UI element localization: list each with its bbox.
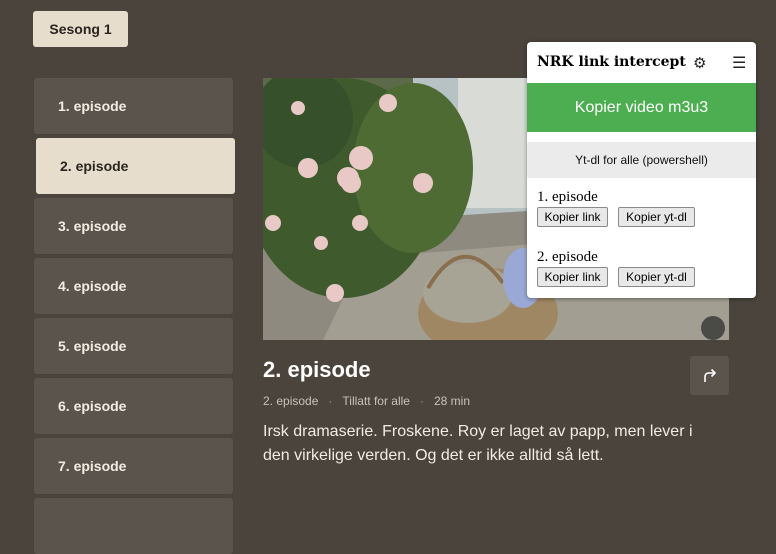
share-button[interactable] bbox=[690, 356, 729, 395]
meta-rating: Tillatt for alle bbox=[342, 394, 410, 408]
meta-episode: 2. episode bbox=[263, 394, 319, 408]
season-selector-button[interactable]: Sesong 1 bbox=[33, 11, 128, 47]
gear-icon[interactable]: ⚙ bbox=[693, 54, 706, 72]
copy-ytdl-button[interactable]: Kopier yt-dl bbox=[618, 267, 695, 287]
copy-link-button[interactable]: Kopier link bbox=[537, 207, 608, 227]
popup-header: NRK link intercept ⚙ ☰ bbox=[527, 42, 756, 83]
episode-meta: 2. episode · Tillatt for alle · 28 min bbox=[263, 394, 470, 408]
popup-entry-label: 1. episode bbox=[537, 189, 598, 205]
episode-title: 2. episode bbox=[263, 357, 371, 382]
hamburger-icon[interactable]: ☰ bbox=[732, 53, 746, 73]
episode-item-5[interactable]: 5. episode bbox=[34, 318, 233, 374]
meta-duration: 28 min bbox=[433, 394, 470, 408]
episode-item-7[interactable]: 7. episode bbox=[34, 438, 233, 494]
separator-dot: · bbox=[328, 394, 333, 408]
episode-item-4[interactable]: 4. episode bbox=[34, 258, 233, 314]
episode-description: Irsk dramaserie. Froskene. Roy er laget … bbox=[263, 423, 693, 464]
copy-m3u8-button[interactable]: Kopier video m3u3 bbox=[527, 83, 756, 132]
episode-item-2[interactable]: 2. episode bbox=[36, 138, 235, 194]
episode-item-1[interactable]: 1. episode bbox=[34, 78, 233, 134]
popup-entry-label: 2. episode bbox=[537, 249, 598, 265]
share-icon bbox=[703, 368, 716, 382]
popup-title: NRK link intercept bbox=[537, 54, 686, 70]
ytdl-all-button[interactable]: Yt-dl for alle (powershell) bbox=[527, 142, 756, 178]
copy-link-button[interactable]: Kopier link bbox=[537, 267, 608, 287]
copy-ytdl-button[interactable]: Kopier yt-dl bbox=[618, 207, 695, 227]
separator-dot: · bbox=[419, 394, 424, 408]
extension-popup: NRK link intercept ⚙ ☰ Kopier video m3u3… bbox=[527, 42, 756, 298]
episode-item-3[interactable]: 3. episode bbox=[34, 198, 233, 254]
episode-item-8[interactable] bbox=[34, 498, 233, 554]
episode-item-6[interactable]: 6. episode bbox=[34, 378, 233, 434]
